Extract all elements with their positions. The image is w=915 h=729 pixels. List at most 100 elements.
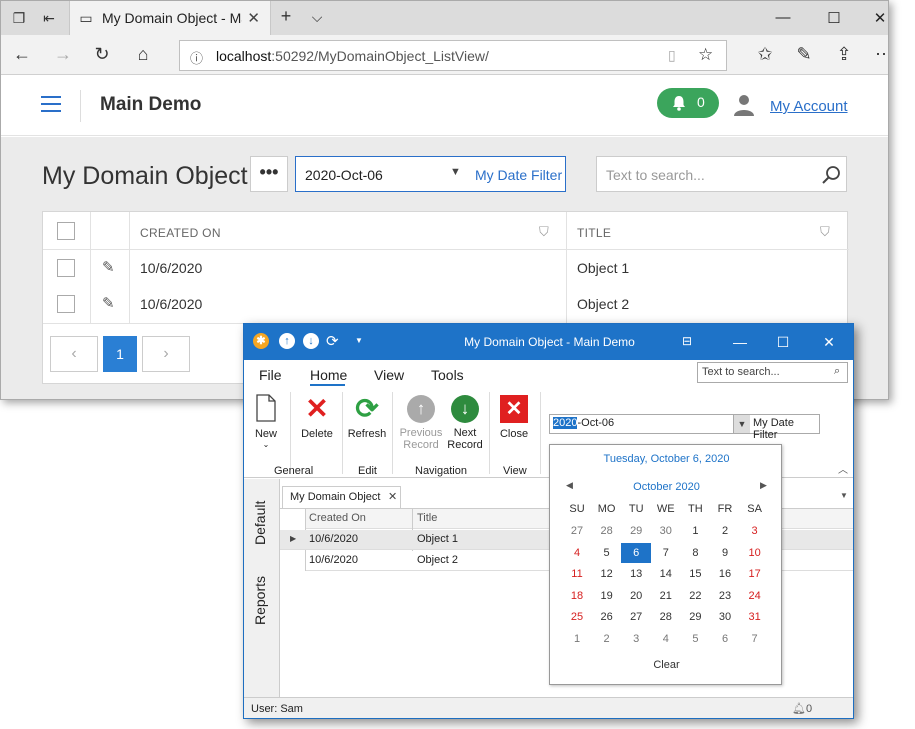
calendar-month-label[interactable]: October 2020 — [550, 481, 783, 493]
hamburger-menu-icon[interactable] — [41, 96, 61, 112]
tab-actions-icon[interactable]: ❐ — [11, 10, 27, 26]
search-icon[interactable] — [821, 165, 841, 185]
calendar-day[interactable]: 26 — [592, 607, 622, 627]
calendar-day[interactable]: 2 — [710, 521, 740, 541]
calendar-day[interactable]: 3 — [621, 629, 651, 649]
forward-icon[interactable]: → — [52, 45, 74, 63]
menu-tools[interactable]: Tools — [431, 367, 464, 383]
calendar-day[interactable]: 13 — [621, 564, 651, 584]
calendar-day[interactable]: 1 — [680, 521, 710, 541]
window-search-input[interactable]: Text to search... ⌕ — [697, 362, 848, 383]
document-menu-chevron-icon[interactable]: ▼ — [840, 491, 848, 500]
table-row[interactable]: ✎ 10/6/2020 Object 1 — [43, 250, 849, 287]
next-record-button[interactable]: ↓ Next Record — [445, 395, 485, 451]
search-input[interactable]: Text to search... — [596, 156, 847, 192]
calendar-day[interactable]: 5 — [680, 629, 710, 649]
calendar-day[interactable]: 31 — [740, 607, 770, 627]
filter-icon[interactable]: ⛉ — [820, 224, 830, 240]
select-all-checkbox[interactable] — [57, 222, 75, 240]
calendar-day[interactable]: 1 — [562, 629, 592, 649]
window-column-title[interactable]: Title — [417, 512, 437, 524]
previous-record-button[interactable]: ↑ Previous Record — [398, 395, 444, 451]
window-maximize-icon[interactable]: ☐ — [774, 334, 792, 351]
pen-icon[interactable]: ✎ — [793, 45, 815, 63]
calendar-day[interactable]: 29 — [621, 521, 651, 541]
document-tab-close-icon[interactable]: ✕ — [388, 490, 397, 503]
window-minimize-icon[interactable]: — — [731, 334, 749, 350]
ribbon-display-icon[interactable]: ⊟ — [678, 334, 696, 348]
close-button[interactable]: ✕ Close — [496, 395, 532, 440]
calendar-today-label[interactable]: Tuesday, October 6, 2020 — [550, 453, 783, 465]
calendar-day[interactable]: 14 — [651, 564, 681, 584]
favorite-star-icon[interactable]: ☆ — [698, 45, 713, 65]
more-icon[interactable]: ⋯ — [873, 45, 888, 63]
calendar-day[interactable]: 17 — [740, 564, 770, 584]
new-button[interactable]: New ⌄ — [253, 394, 279, 449]
calendar-day[interactable]: 4 — [562, 543, 592, 563]
info-icon[interactable]: ⓘ — [190, 48, 203, 67]
user-icon[interactable] — [732, 93, 756, 117]
window-close-icon[interactable]: ✕ — [820, 334, 838, 351]
calendar-day[interactable]: 23 — [710, 586, 740, 606]
document-tab[interactable]: My Domain Object ✕ — [282, 486, 401, 508]
calendar-day[interactable]: 21 — [651, 586, 681, 606]
pager-prev-button[interactable]: ‹ — [50, 336, 98, 372]
column-header-created-on[interactable]: CREATED ON — [140, 226, 221, 240]
collapse-ribbon-icon[interactable]: ︿ — [838, 461, 848, 476]
new-dropdown-icon[interactable]: ⌄ — [253, 440, 279, 449]
calendar-day[interactable]: 9 — [710, 543, 740, 563]
calendar-day[interactable]: 7 — [740, 629, 770, 649]
calendar-day[interactable]: 10 — [740, 543, 770, 563]
edit-pencil-icon[interactable]: ✎ — [102, 294, 115, 312]
date-filter-input[interactable]: 2020-Oct-06 ▼ My Date Filter — [295, 156, 566, 192]
calendar-day[interactable]: 3 — [740, 521, 770, 541]
calendar-day[interactable]: 27 — [621, 607, 651, 627]
refresh-icon[interactable]: ↻ — [91, 45, 113, 63]
window-date-filter[interactable]: 2020-Oct-06 ▼ My Date Filter — [549, 414, 820, 441]
side-tab-reports[interactable]: Reports — [252, 576, 268, 625]
calendar-day[interactable]: 25 — [562, 607, 592, 627]
more-actions-button[interactable]: ••• — [250, 156, 288, 192]
reading-view-icon[interactable]: ▯ — [668, 47, 676, 64]
column-header-title[interactable]: TITLE — [577, 226, 611, 240]
tab-list-chevron-icon[interactable]: ⌵ — [309, 9, 325, 25]
notifications-button[interactable]: 0 — [657, 88, 719, 118]
calendar-day[interactable]: 16 — [710, 564, 740, 584]
menu-view[interactable]: View — [374, 367, 404, 383]
calendar-day[interactable]: 30 — [651, 521, 681, 541]
calendar-day[interactable]: 5 — [592, 543, 622, 563]
calendar-day[interactable]: 12 — [592, 564, 622, 584]
menu-file[interactable]: File — [259, 367, 282, 383]
window-column-created-on[interactable]: Created On — [309, 512, 366, 524]
my-account-link[interactable]: My Account — [770, 98, 848, 115]
calendar-day[interactable]: 28 — [651, 607, 681, 627]
pager-next-button[interactable]: › — [142, 336, 190, 372]
calendar-day[interactable]: 29 — [680, 607, 710, 627]
date-dropdown-icon[interactable]: ▼ — [733, 415, 750, 433]
calendar-day[interactable]: 19 — [592, 586, 622, 606]
calendar-clear-button[interactable]: Clear — [550, 659, 783, 671]
calendar-next-month-icon[interactable]: ▶ — [760, 480, 767, 491]
refresh-button[interactable]: ⟳ Refresh — [347, 395, 387, 441]
calendar-day[interactable]: 7 — [651, 543, 681, 563]
calendar-day[interactable]: 27 — [562, 521, 592, 541]
share-icon[interactable]: ⇪ — [833, 45, 855, 63]
dropdown-arrow-icon[interactable]: ▼ — [450, 166, 461, 178]
calendar-day[interactable]: 24 — [740, 586, 770, 606]
calendar-day[interactable]: 30 — [710, 607, 740, 627]
back-icon[interactable]: ← — [11, 45, 33, 63]
calendar-day[interactable]: 8 — [680, 543, 710, 563]
calendar-day[interactable]: 6 — [710, 629, 740, 649]
calendar-day[interactable]: 20 — [621, 586, 651, 606]
calendar-day[interactable]: 15 — [680, 564, 710, 584]
set-aside-tabs-icon[interactable]: ⇤ — [41, 10, 57, 26]
delete-button[interactable]: ✕ Delete — [300, 395, 334, 441]
row-checkbox[interactable] — [57, 259, 75, 277]
calendar-day[interactable]: 28 — [592, 521, 622, 541]
new-tab-icon[interactable]: + — [278, 7, 294, 25]
maximize-icon[interactable]: ☐ — [824, 9, 844, 27]
table-row[interactable]: ✎ 10/6/2020 Object 2 — [43, 287, 849, 323]
home-icon[interactable]: ⌂ — [132, 45, 154, 63]
minimize-icon[interactable]: — — [773, 9, 793, 26]
window-close-icon[interactable]: ✕ — [870, 9, 888, 27]
